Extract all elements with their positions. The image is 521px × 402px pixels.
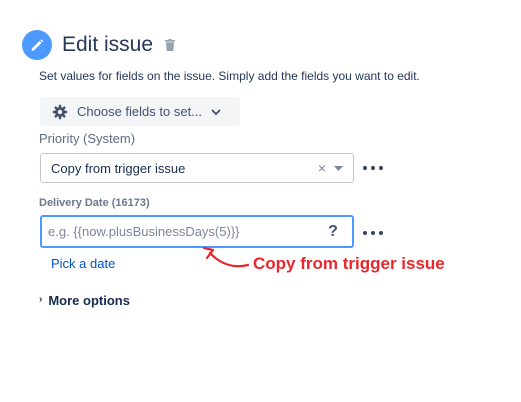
annotation-arrow-icon	[202, 246, 250, 268]
priority-select[interactable]: Copy from trigger issue ×	[40, 153, 354, 183]
priority-value: Copy from trigger issue	[51, 160, 186, 176]
more-options-label: More options	[48, 293, 130, 308]
delivery-date-input[interactable]	[42, 217, 320, 246]
help-icon[interactable]: ?	[320, 223, 346, 241]
trash-icon[interactable]	[165, 39, 176, 51]
header: Edit issue	[22, 30, 176, 60]
pencil-icon	[22, 30, 52, 60]
priority-more-icon[interactable]	[363, 163, 383, 173]
delivery-date-label: Delivery Date (16173)	[39, 197, 150, 209]
clear-icon[interactable]: ×	[318, 160, 326, 176]
priority-label: Priority (System)	[39, 131, 136, 146]
description-text: Set values for fields on the issue. Simp…	[39, 69, 420, 83]
delivery-date-more-icon[interactable]	[363, 228, 383, 238]
chevron-right-icon: ›	[39, 294, 43, 305]
gear-icon	[52, 104, 68, 120]
caret-down-icon[interactable]	[334, 165, 343, 171]
pick-date-link[interactable]: Pick a date	[51, 256, 115, 271]
choose-fields-label: Choose fields to set...	[77, 104, 203, 119]
page-title: Edit issue	[62, 33, 154, 56]
choose-fields-button[interactable]: Choose fields to set...	[40, 97, 240, 126]
annotation-text: Copy from trigger issue	[253, 254, 445, 273]
chevron-down-icon	[211, 108, 221, 115]
more-options-toggle[interactable]: › More options	[39, 293, 130, 308]
